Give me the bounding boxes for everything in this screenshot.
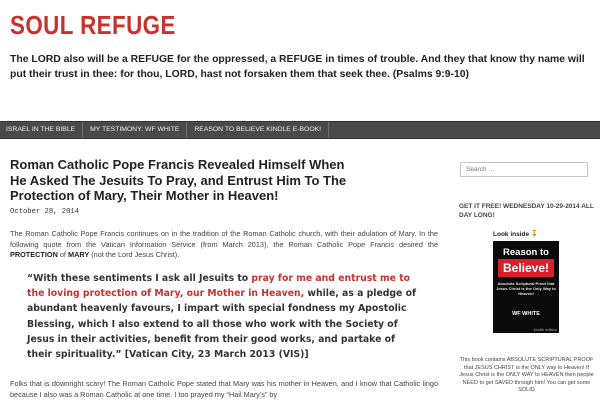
- pope-quote: “With these sentiments I ask all Jesuits…: [27, 271, 423, 362]
- intro-mary: MARY: [67, 250, 90, 260]
- widget-description: This book contains ABSOLUTE SCRIPTURAL P…: [459, 357, 594, 394]
- book-subtitle: Absolute Scriptural Proof that Jesus Chr…: [496, 281, 556, 296]
- look-inside-label: Look inside: [493, 231, 530, 238]
- site-tagline: The LORD also will be a REFUGE for the o…: [10, 54, 585, 80]
- search-input[interactable]: [460, 162, 588, 177]
- book-cover-image[interactable]: Reason to Believe! Absolute Scriptural P…: [493, 241, 559, 333]
- main-navigation: ISRAEL IN THE BIBLE MY TESTIMONY: WF WHI…: [0, 121, 600, 139]
- quote-text-a: “With these sentiments I ask all Jesuits…: [27, 273, 252, 284]
- intro-protection: PROTECTION: [10, 250, 58, 260]
- nav-item-israel-in-the-bible[interactable]: ISRAEL IN THE BIBLE: [0, 122, 84, 138]
- site-title[interactable]: SOUL REFUGE: [10, 9, 176, 41]
- book-title-line2: Believe!: [498, 259, 554, 277]
- nav-item-my-testimony[interactable]: MY TESTIMONY: WF WHITE: [83, 122, 188, 138]
- intro-text-of: of: [57, 250, 68, 260]
- kindle-edition-label: kindle edition: [533, 327, 557, 332]
- down-arrow-icon: ↧: [530, 229, 538, 238]
- intro-text-a: The Roman Catholic Pope Francis continue…: [10, 229, 438, 249]
- nav-item-reason-to-believe[interactable]: REASON TO BELIEVE KINDLE E-BOOK!: [187, 122, 330, 138]
- widget-title: GET IT FREE! WEDNESDAY 10-29-2014 ALL DA…: [459, 203, 594, 219]
- main-content: Roman Catholic Pope Francis Revealed Him…: [0, 151, 448, 400]
- book-author: WF WHITE: [512, 311, 540, 317]
- intro-text-b: (not the Lord Jesus Christ).: [89, 250, 180, 260]
- post-date[interactable]: October 28, 2014: [10, 208, 79, 216]
- post-intro-paragraph: The Roman Catholic Pope Francis continue…: [10, 229, 438, 261]
- book-title-line1: Reason to: [503, 247, 549, 258]
- post-second-paragraph: Folks that is downright scary! The Roman…: [10, 379, 438, 399]
- look-inside-badge[interactable]: Look inside ↧: [493, 229, 538, 238]
- post-title[interactable]: Roman Catholic Pope Francis Revealed Him…: [10, 157, 350, 204]
- sidebar: GET IT FREE! WEDNESDAY 10-29-2014 ALL DA…: [448, 151, 600, 400]
- book-promo[interactable]: Look inside ↧ Reason to Believe! Absolut…: [493, 229, 559, 333]
